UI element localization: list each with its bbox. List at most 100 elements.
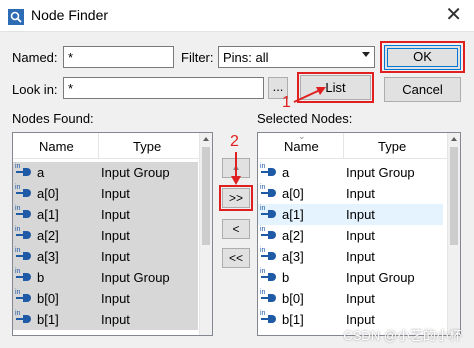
filter-value: Pins: all — [223, 50, 269, 65]
list-item[interactable]: in b[1] Input — [13, 309, 198, 330]
cancel-button[interactable]: Cancel — [384, 77, 461, 102]
node-name: a[3] — [282, 249, 304, 264]
filter-label: Filter: — [181, 50, 214, 65]
annotation-step-2: 2 — [230, 133, 239, 150]
input-pin-icon: in — [260, 226, 278, 243]
input-pin-icon: in — [15, 226, 33, 243]
close-icon[interactable]: ✕ — [445, 2, 462, 27]
node-type: Input — [346, 291, 375, 306]
scroll-up-icon[interactable] — [203, 137, 209, 141]
list-item[interactable]: in b Input Group — [13, 267, 198, 288]
nodes-found-label: Nodes Found: — [12, 111, 94, 126]
look-in-input[interactable]: * — [63, 77, 264, 99]
node-name: a[1] — [37, 207, 59, 222]
scroll-thumb[interactable] — [202, 147, 210, 245]
input-pin-icon: in — [15, 268, 33, 285]
remove-all-button[interactable]: << — [222, 248, 250, 268]
list-item[interactable]: in a Input Group — [13, 162, 198, 183]
focus-ring — [387, 48, 458, 67]
input-pin-icon: in — [260, 247, 278, 264]
input-pin-icon: in — [260, 268, 278, 285]
column-header-name[interactable]: Name — [284, 139, 319, 154]
selected-nodes-list[interactable]: ⌄ Name Type in a Input Group in a[0] Inp… — [257, 132, 461, 336]
node-type: Input — [346, 207, 375, 222]
scroll-thumb[interactable] — [450, 147, 458, 245]
input-pin-icon: in — [260, 163, 278, 180]
node-type: Input Group — [346, 165, 415, 180]
add-selected-button[interactable]: >> — [222, 188, 250, 208]
column-divider — [98, 133, 99, 159]
nodes-found-header: Name Type — [13, 133, 212, 159]
watermark: CSDN @小艺的小杯 — [343, 328, 462, 343]
input-pin-icon: in — [15, 184, 33, 201]
node-name: a[1] — [282, 207, 304, 222]
list-item[interactable]: in a[2] Input — [13, 225, 198, 246]
node-type: Input — [346, 186, 375, 201]
look-in-label: Look in: — [12, 82, 58, 97]
node-name: a — [37, 165, 45, 180]
node-type: Input — [101, 186, 130, 201]
node-name: b[0] — [37, 291, 59, 306]
list-item[interactable]: in a[1] Input — [258, 204, 443, 225]
node-type: Input — [101, 312, 130, 327]
list-item[interactable]: in a[1] Input — [13, 204, 198, 225]
nodes-found-list[interactable]: Name Type in a Input Group in a[0] Input… — [12, 132, 213, 336]
column-header-type[interactable]: Type — [133, 139, 161, 154]
node-type: Input — [101, 207, 130, 222]
node-name: b[0] — [282, 291, 304, 306]
list-item[interactable]: in a[0] Input — [258, 183, 443, 204]
list-item[interactable]: in a[3] Input — [13, 246, 198, 267]
node-type: Input Group — [101, 270, 170, 285]
input-pin-icon: in — [260, 289, 278, 306]
ok-button[interactable]: OK — [384, 45, 461, 70]
chevron-down-icon — [362, 52, 370, 57]
list-item[interactable]: in b Input Group — [258, 267, 443, 288]
named-input[interactable]: * — [63, 46, 174, 68]
column-header-name[interactable]: Name — [39, 139, 74, 154]
input-pin-icon: in — [15, 310, 33, 327]
filter-select[interactable]: Pins: all — [218, 46, 375, 68]
node-name: b[1] — [282, 312, 304, 327]
list-item[interactable]: in b[0] Input — [258, 288, 443, 309]
annotation-arrow-1 — [293, 87, 326, 103]
input-pin-icon: in — [15, 205, 33, 222]
node-type: Input — [346, 249, 375, 264]
node-name: a — [282, 165, 290, 180]
node-type: Input Group — [346, 270, 415, 285]
selected-nodes-header: ⌄ Name Type — [258, 133, 460, 159]
list-item[interactable]: in a[2] Input — [258, 225, 443, 246]
node-type: Input — [101, 291, 130, 306]
title-bar: Node Finder ✕ — [0, 0, 474, 32]
scroll-up-icon[interactable] — [451, 137, 457, 141]
selected-nodes-label: Selected Nodes: — [257, 111, 353, 126]
list-item[interactable]: in a[0] Input — [13, 183, 198, 204]
nodes-found-scrollbar[interactable] — [199, 133, 212, 335]
node-name: a[3] — [37, 249, 59, 264]
app-icon — [8, 9, 24, 25]
column-header-type[interactable]: Type — [378, 139, 406, 154]
input-pin-icon: in — [260, 205, 278, 222]
input-pin-icon: in — [15, 163, 33, 180]
list-item[interactable]: in a Input Group — [258, 162, 443, 183]
input-pin-icon: in — [15, 289, 33, 306]
remove-selected-button[interactable]: < — [222, 219, 250, 239]
node-name: b[1] — [37, 312, 59, 327]
input-pin-icon: in — [260, 184, 278, 201]
node-name: b — [37, 270, 45, 285]
annotation-arrow-2 — [231, 152, 241, 185]
node-name: b — [282, 270, 290, 285]
node-type: Input Group — [101, 165, 170, 180]
named-label: Named: — [12, 50, 58, 65]
list-item[interactable]: in a[3] Input — [258, 246, 443, 267]
node-name: a[0] — [282, 186, 304, 201]
node-name: a[2] — [37, 228, 59, 243]
selected-nodes-scrollbar[interactable] — [447, 133, 460, 335]
list-item[interactable]: in b[0] Input — [13, 288, 198, 309]
node-type: Input — [101, 249, 130, 264]
node-type: Input — [346, 228, 375, 243]
node-name: a[0] — [37, 186, 59, 201]
column-divider — [343, 133, 344, 159]
window-title: Node Finder — [31, 7, 109, 23]
input-pin-icon: in — [260, 310, 278, 327]
node-name: a[2] — [282, 228, 304, 243]
